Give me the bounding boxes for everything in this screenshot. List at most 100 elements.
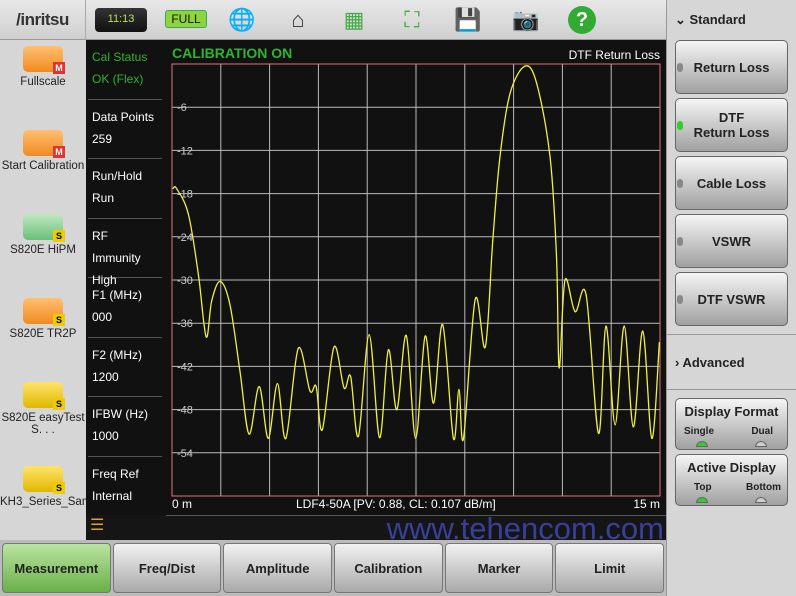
info-item[interactable]: Freq Ref Internal (88, 457, 162, 516)
info-label: F1 (MHz) (92, 288, 142, 302)
trace-point (614, 424, 616, 426)
trace-point (536, 82, 538, 85)
trace-point (248, 433, 250, 435)
y-tick-label: -42 (177, 361, 193, 373)
app-icon: S (23, 214, 65, 242)
mode-button[interactable]: DTF Return Loss (675, 98, 788, 152)
info-value: Internal (92, 488, 133, 503)
app-icon: S (23, 382, 65, 410)
app-icon: S (23, 466, 65, 494)
watermark-bar: www.tehencom.com (166, 511, 666, 546)
x-stop-label: 15 m (633, 497, 660, 511)
info-label: IFBW (Hz) (92, 407, 148, 421)
app-shortcut[interactable]: S S820E TR2P (0, 292, 86, 376)
trace-point (642, 330, 644, 332)
tab-calibration[interactable]: Calibration (334, 543, 443, 593)
trace-point (239, 370, 241, 373)
tab-amplitude[interactable]: Amplitude (223, 543, 333, 593)
tab-marker[interactable]: Marker (444, 543, 554, 593)
status-led (677, 121, 683, 130)
tab-limit[interactable]: Limit (555, 543, 665, 593)
trace-point (211, 300, 213, 302)
list-icon[interactable]: ☰ (86, 515, 166, 540)
trace-point (452, 437, 455, 439)
app-icon: S (23, 298, 65, 326)
trace-point (524, 65, 526, 67)
display-format-button[interactable]: Display Format Single Dual (675, 398, 788, 450)
trace-point (492, 239, 494, 241)
trace-point (197, 273, 199, 275)
mode-button[interactable]: Cable Loss (675, 156, 788, 210)
mode-button[interactable]: Return Loss (675, 40, 788, 94)
info-label: Data Points (92, 109, 155, 124)
display-format-title: Display Format (684, 404, 779, 419)
app-icon: M (23, 130, 65, 158)
trace-point (172, 187, 174, 190)
trace-point (509, 92, 511, 95)
trace-point (297, 347, 299, 349)
trace-point (321, 429, 323, 431)
app-shortcut[interactable]: S S820E easyTest S. . . (0, 376, 86, 460)
trace-point (499, 156, 501, 158)
info-item[interactable]: RF Immunity High (88, 219, 162, 287)
y-tick-label: -18 (177, 189, 193, 201)
camera-icon[interactable]: 📷 (506, 4, 546, 36)
trace-point (555, 257, 558, 259)
trace-point (442, 324, 444, 326)
tab-measurement[interactable]: Measurement (2, 543, 111, 593)
info-item[interactable]: Run/Hold Run (88, 159, 162, 219)
advanced-section[interactable]: › Advanced (667, 343, 796, 381)
trace-point (387, 349, 389, 351)
battery-indicator: FULL (165, 10, 207, 28)
info-item[interactable]: IFBW (Hz) 1000 (88, 397, 162, 457)
right-panel: ⌄ Standard Return Loss DTF Return Loss Cab… (666, 0, 796, 596)
active-display-button[interactable]: Active Display Top Bottom (675, 454, 788, 506)
info-item[interactable]: Cal Status OK (Flex) (88, 40, 162, 100)
info-value: 1200 (92, 369, 119, 384)
bottom-option: Bottom (746, 482, 781, 493)
trace-point (205, 336, 207, 338)
mode-button[interactable]: DTF VSWR (675, 272, 788, 326)
trace-point (484, 346, 486, 348)
standard-section[interactable]: ⌄ Standard (667, 0, 796, 38)
clock: 11:13 (95, 8, 147, 32)
mode-button[interactable]: VSWR (675, 214, 788, 268)
home-icon[interactable]: ⌂ (278, 4, 318, 36)
top-option: Top (694, 482, 712, 493)
help-icon[interactable]: ? (562, 4, 602, 36)
network-error-icon[interactable]: 🌐 (222, 4, 262, 36)
fullscreen-icon[interactable]: ⛶ (392, 4, 432, 36)
save-icon[interactable]: 💾 (448, 4, 488, 36)
trace-point (574, 311, 576, 313)
trace-point (285, 437, 287, 439)
app-badge: S (53, 482, 65, 494)
trace-point (219, 280, 221, 283)
dtf-chart[interactable]: -6 -12 -18 -24 -30 -36 -42 -48 -54 (166, 40, 666, 515)
top-led (696, 497, 708, 503)
trace-point (396, 409, 398, 411)
info-item[interactable]: F2 (MHz) 1200 (88, 338, 162, 397)
y-tick-label: -30 (177, 275, 193, 287)
app-shortcut[interactable]: M Start Calibration (0, 124, 86, 208)
trace-point (309, 390, 311, 392)
advanced-label: Advanced (682, 355, 745, 370)
mode-button-label: DTF VSWR (697, 291, 766, 307)
trace-point (276, 383, 279, 385)
app-label: Start Calibration (1, 160, 85, 172)
info-item[interactable]: Data Points 259 (88, 100, 162, 159)
app-shortcut[interactable]: S KH3_Series_Sample (0, 460, 107, 544)
trace-point (585, 294, 587, 296)
info-label: F2 (MHz) (92, 347, 142, 362)
trace-point (357, 435, 360, 437)
app-badge: M (53, 62, 65, 74)
info-item[interactable]: F1 (MHz) 000 (88, 278, 162, 338)
tab-freq-dist[interactable]: Freq/Dist (112, 543, 222, 593)
layout-icon[interactable]: ▦ (334, 4, 374, 36)
trace-point (597, 432, 600, 434)
app-shortcut[interactable]: M Fullscale (0, 40, 86, 124)
info-value: 259 (92, 131, 113, 146)
trace-point (651, 437, 653, 439)
mode-button-label: Cable Loss (696, 175, 767, 191)
app-badge: S (53, 314, 65, 326)
app-shortcut[interactable]: S S820E HiPM (0, 208, 86, 292)
